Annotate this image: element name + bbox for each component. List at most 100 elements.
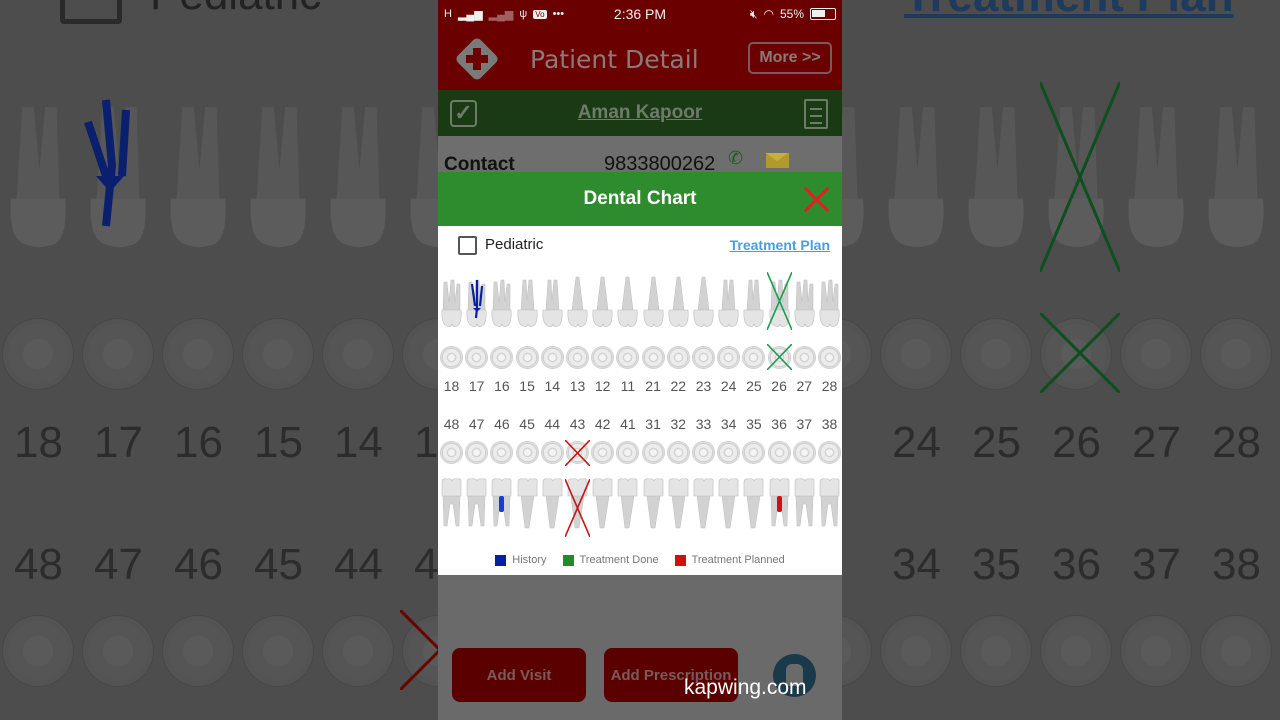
tooth-26[interactable] — [767, 272, 792, 328]
tooth-12[interactable] — [590, 272, 615, 328]
occlusal-surface-12[interactable] — [591, 346, 615, 369]
tooth-number: 21 — [645, 378, 661, 394]
close-icon[interactable] — [802, 185, 830, 213]
occlusal-surface-43[interactable] — [566, 441, 589, 464]
tooth-13[interactable] — [565, 272, 590, 328]
tooth-15[interactable] — [515, 272, 540, 328]
bg-occlusal — [2, 318, 74, 390]
occlusal-surface-26[interactable] — [767, 346, 791, 369]
tooth-number: 23 — [695, 378, 712, 394]
more-button[interactable]: More >> — [748, 42, 832, 74]
tooth-24[interactable] — [716, 272, 741, 328]
legend-treatment-done: Treatment Done — [562, 554, 659, 566]
tooth-47[interactable] — [464, 478, 489, 534]
tooth-33[interactable] — [691, 478, 716, 534]
tooth-35[interactable] — [741, 478, 766, 534]
tooth-18[interactable] — [439, 272, 464, 328]
phone-screen: H ▂▄▆ ▂▄▆ ψ Vo ••• 2:36 PM 🔇︎ ◠ 55% Pati… — [438, 0, 842, 720]
tooth-11[interactable] — [615, 272, 640, 328]
bg-history-root-canal-mark — [84, 96, 144, 241]
occlusal-surface-48[interactable] — [440, 441, 463, 464]
tooth-46[interactable] — [489, 478, 514, 534]
occlusal-surface-34[interactable] — [717, 441, 741, 464]
tooth-38[interactable] — [817, 478, 842, 534]
tooth-42[interactable] — [590, 478, 615, 534]
bg-tooth-number: 25 — [972, 418, 1021, 467]
occlusal-surface-21[interactable] — [641, 346, 665, 369]
occlusal-surface-41[interactable] — [616, 441, 640, 464]
tooth-16[interactable] — [489, 272, 514, 328]
occlusal-surface-17[interactable] — [465, 346, 489, 369]
occlusal-surface-23[interactable] — [692, 346, 715, 369]
occlusal-surface-15[interactable] — [515, 346, 539, 369]
occlusal-surface-11[interactable] — [616, 346, 640, 369]
tooth-17[interactable] — [464, 272, 489, 328]
tooth-28[interactable] — [817, 272, 842, 328]
tooth-31[interactable] — [641, 478, 666, 534]
upper-occlusal-row — [438, 346, 842, 370]
tooth-32[interactable] — [666, 478, 691, 534]
tooth-number: 35 — [746, 416, 762, 432]
bg-done-x-mark — [1038, 81, 1122, 277]
tooth-25[interactable] — [741, 272, 766, 328]
tooth-22[interactable] — [666, 272, 691, 328]
occlusal-surface-27[interactable] — [792, 346, 816, 369]
occlusal-surface-22[interactable] — [666, 346, 690, 369]
tooth-37[interactable] — [792, 478, 817, 534]
occlusal-surface-37[interactable] — [792, 441, 816, 464]
occlusal-surface-42[interactable] — [591, 441, 615, 464]
occlusal-surface-13[interactable] — [566, 346, 589, 369]
occlusal-surface-47[interactable] — [465, 441, 489, 464]
add-visit-button[interactable]: Add Visit — [452, 648, 586, 702]
tooth-number: 27 — [796, 378, 813, 394]
tooth-48[interactable] — [439, 478, 464, 534]
options-row: Pediatric Treatment Plan — [438, 226, 842, 264]
occlusal-surface-16[interactable] — [490, 346, 514, 369]
occlusal-surface-33[interactable] — [692, 441, 715, 464]
tooth-27[interactable] — [792, 272, 817, 328]
tooth-23[interactable] — [691, 272, 716, 328]
bg-tooth — [960, 90, 1032, 250]
treatment-plan-link[interactable]: Treatment Plan — [730, 237, 830, 253]
tooth-36[interactable] — [767, 478, 792, 534]
occlusal-surface-25[interactable] — [742, 346, 766, 369]
phone-call-icon[interactable]: ✆ — [728, 148, 743, 169]
mail-icon[interactable] — [766, 153, 789, 168]
tooth-44[interactable] — [540, 478, 565, 534]
occlusal-surface-24[interactable] — [717, 346, 741, 369]
tooth-43[interactable] — [565, 478, 590, 534]
tooth-34[interactable] — [716, 478, 741, 534]
occlusal-surface-45[interactable] — [515, 441, 539, 464]
tooth-number: 28 — [821, 378, 838, 394]
tooth-21[interactable] — [641, 272, 666, 328]
tooth-14[interactable] — [540, 272, 565, 328]
occlusal-surface-46[interactable] — [490, 441, 514, 464]
document-icon[interactable] — [804, 99, 828, 129]
pediatric-label[interactable]: Pediatric — [485, 236, 543, 253]
lower-numbers-row: 48 47 46 45 44 43 42 41 31 32 33 34 35 36 37 38 — [438, 416, 842, 436]
legend-treatment-planned: Treatment Planned — [674, 554, 785, 566]
watermark: kapwing.com — [684, 676, 807, 699]
occlusal-surface-44[interactable] — [540, 441, 564, 464]
patient-name-link[interactable]: Aman Kapoor — [438, 102, 842, 124]
bg-tooth — [242, 90, 314, 250]
occlusal-surface-31[interactable] — [641, 441, 665, 464]
occlusal-surface-18[interactable] — [440, 346, 463, 369]
bg-tooth — [322, 90, 394, 250]
lower-occlusal-row — [438, 441, 842, 465]
tooth-45[interactable] — [515, 478, 540, 534]
pediatric-checkbox[interactable] — [458, 236, 477, 255]
status-bar: H ▂▄▆ ▂▄▆ ψ Vo ••• 2:36 PM 🔇︎ ◠ 55% — [438, 0, 842, 28]
bg-occlusal — [1120, 318, 1192, 390]
occlusal-surface-36[interactable] — [767, 441, 791, 464]
tooth-number: 44 — [544, 416, 561, 432]
occlusal-surface-28[interactable] — [818, 346, 841, 369]
tooth-number: 33 — [695, 416, 712, 432]
occlusal-surface-14[interactable] — [540, 346, 564, 369]
bg-tooth — [162, 90, 234, 250]
occlusal-surface-35[interactable] — [742, 441, 766, 464]
occlusal-surface-38[interactable] — [818, 441, 841, 464]
tooth-41[interactable] — [615, 478, 640, 534]
bg-occlusal — [842, 615, 872, 687]
occlusal-surface-32[interactable] — [666, 441, 690, 464]
